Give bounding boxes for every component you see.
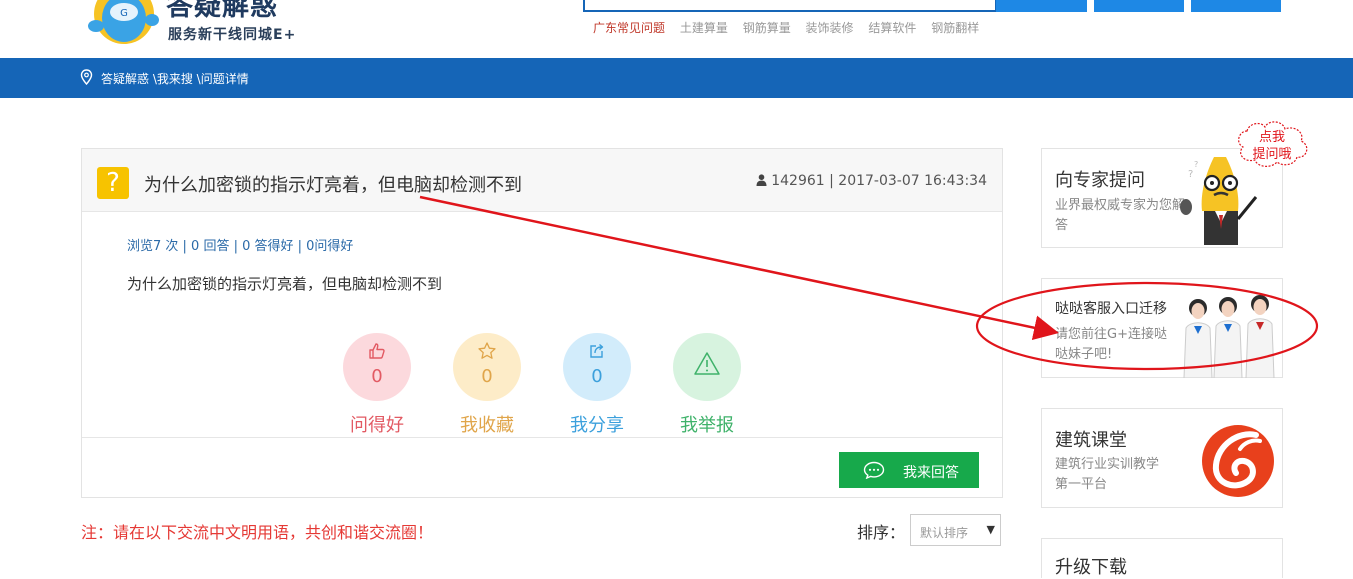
ask-bubble[interactable]: 点我 提问哦 — [1231, 117, 1313, 175]
svg-text:G: G — [120, 8, 128, 19]
question-card: ? 为什么加密锁的指示灯亮着，但电脑却检测不到 142961 | 2017-03… — [81, 148, 1003, 498]
question-stats: 浏览7 次 | 0 回答 | 0 答得好 | 0问得好 — [127, 239, 354, 254]
mascot-logo-icon[interactable]: G — [84, 0, 160, 48]
asker-id[interactable]: 142961 — [771, 173, 824, 189]
classroom-card[interactable]: 建筑课堂 建筑行业实训教学第一平台 — [1041, 408, 1283, 508]
svg-text:?: ? — [1188, 169, 1193, 180]
share-button[interactable]: 0 我分享 — [563, 333, 631, 436]
action-label[interactable]: 我收藏 — [433, 411, 541, 437]
hot-link[interactable]: 结算软件 — [868, 21, 916, 35]
action-label[interactable]: 问得好 — [323, 411, 431, 437]
action-count: 0 — [481, 366, 493, 387]
hot-link[interactable]: 土建算量 — [680, 21, 728, 35]
warning-icon — [694, 352, 720, 375]
search-input[interactable] — [583, 0, 997, 12]
divider — [82, 437, 1002, 438]
answer-button[interactable]: 我来回答 — [839, 452, 979, 488]
star-icon — [478, 342, 496, 359]
action-circle[interactable]: 0 — [453, 333, 521, 401]
share-icon — [590, 343, 604, 358]
my-questions-button[interactable] — [1191, 0, 1281, 12]
ask-question-button[interactable] — [1094, 0, 1184, 12]
customer-service-desc: 请您前往G+连接哒哒妹子吧! — [1055, 327, 1167, 362]
ask-expert-title[interactable]: 向专家提问 — [1055, 166, 1145, 192]
hot-link[interactable]: 钢筋翻样 — [931, 21, 979, 35]
action-circle[interactable]: 0 — [343, 333, 411, 401]
breadcrumb-bar: 答疑解惑 \我来搜 \问题详情 — [0, 58, 1353, 98]
action-label[interactable]: 我分享 — [543, 411, 651, 437]
dropdown-arrow-icon: ▼ — [986, 523, 995, 536]
question-mark-icon: ? — [97, 167, 129, 199]
classroom-logo-icon — [1202, 425, 1274, 497]
hot-link[interactable]: 广东常见问题 — [593, 21, 665, 35]
customer-service-title[interactable]: 哒哒客服入口迁移 — [1055, 298, 1167, 318]
svg-text:?: ? — [1194, 160, 1198, 169]
report-button[interactable]: 我举报 — [673, 333, 741, 436]
action-count: 0 — [591, 366, 603, 387]
question-body: 为什么加密锁的指示灯亮着，但电脑却检测不到 — [127, 275, 443, 293]
sort-label: 排序： — [857, 523, 906, 542]
search-button[interactable] — [996, 0, 1087, 12]
favorite-button[interactable]: 0 我收藏 — [453, 333, 521, 436]
action-circle[interactable]: 0 — [563, 333, 631, 401]
classroom-title[interactable]: 建筑课堂 — [1055, 426, 1127, 452]
service-staff-photo-icon — [1183, 295, 1275, 378]
upgrade-download-card[interactable]: 升级下载 — [1041, 538, 1283, 578]
question-title: 为什么加密锁的指示灯亮着，但电脑却检测不到 — [144, 175, 522, 196]
question-header: ? 为什么加密锁的指示灯亮着，但电脑却检测不到 142961 | 2017-03… — [82, 149, 1002, 212]
action-count: 0 — [371, 366, 383, 387]
action-circle[interactable] — [673, 333, 741, 401]
good-question-button[interactable]: 0 问得好 — [343, 333, 411, 436]
classroom-desc: 建筑行业实训教学第一平台 — [1055, 457, 1160, 492]
site-header: G 答疑解惑 服务新干线同城E+ 广东常见问题 土建算量 钢筋算量 装饰装修 结… — [0, 0, 1353, 58]
hot-link[interactable]: 钢筋算量 — [743, 21, 791, 35]
upgrade-download-title[interactable]: 升级下载 — [1055, 553, 1127, 579]
customer-service-card[interactable]: 哒哒客服入口迁移 请您前往G+连接哒哒妹子吧! — [1041, 278, 1283, 378]
hot-link[interactable]: 装饰装修 — [806, 21, 854, 35]
thumbs-up-icon — [369, 343, 385, 359]
sort-selected-value: 默认排序 — [920, 526, 969, 540]
notice-text: 注：请在以下交流中文明用语，共创和谐交流圈！ — [81, 523, 434, 542]
ask-expert-desc: 业界最权威专家为您解答 — [1055, 198, 1186, 233]
bubble-line-2: 提问哦 — [1252, 147, 1292, 162]
logo-title[interactable]: 答疑解惑 — [166, 0, 278, 24]
logo-subtitle: 服务新干线同城E+ — [168, 27, 297, 43]
location-pin-icon — [80, 69, 93, 85]
answer-button-label[interactable]: 我来回答 — [903, 462, 959, 482]
question-meta: 142961 | 2017-03-07 16:43:34 — [756, 173, 987, 189]
hot-links: 广东常见问题 土建算量 钢筋算量 装饰装修 结算软件 钢筋翻样 — [593, 19, 990, 36]
breadcrumb[interactable]: 答疑解惑 \我来搜 \问题详情 — [101, 70, 249, 87]
user-icon — [756, 174, 767, 186]
sort-select[interactable]: 默认排序 ▼ — [910, 514, 1001, 546]
chat-bubble-icon — [863, 461, 885, 479]
action-label[interactable]: 我举报 — [653, 411, 761, 437]
question-datetime: 2017-03-07 16:43:34 — [838, 173, 987, 189]
meta-separator: | — [829, 173, 834, 189]
